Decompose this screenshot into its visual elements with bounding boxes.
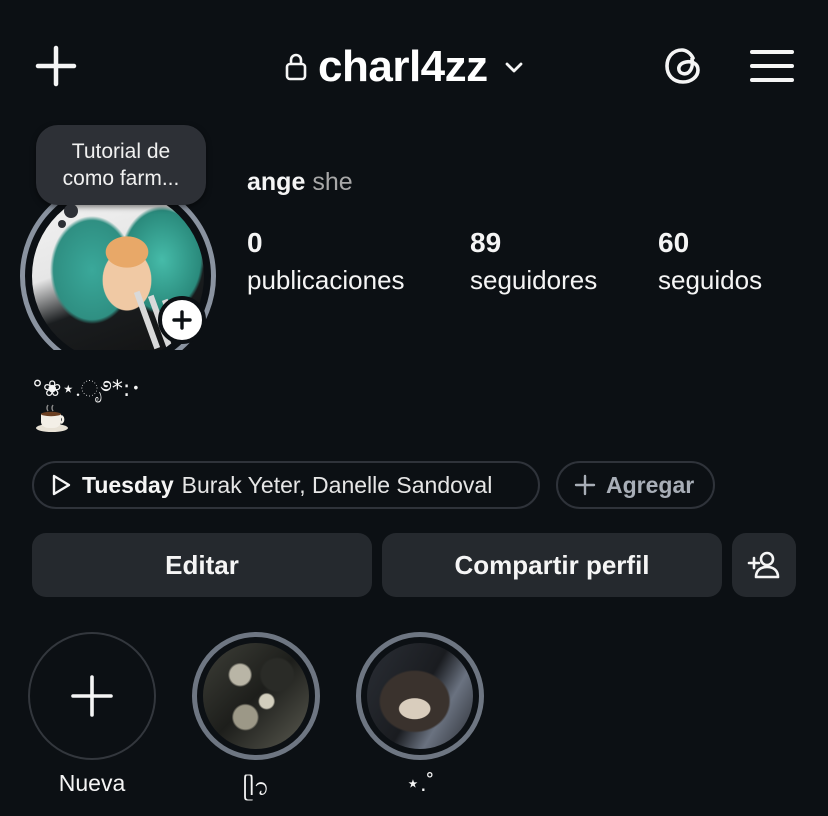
create-plus-icon[interactable] (30, 40, 82, 92)
stat-followers[interactable]: 89 seguidores (470, 226, 597, 300)
note-tail (64, 204, 78, 218)
add-link-label: Agregar (606, 471, 695, 498)
add-person-icon (747, 551, 780, 579)
highlight-item[interactable]: ⋆.˚ (356, 632, 484, 797)
highlight-new[interactable]: Nueva (28, 632, 156, 797)
note-bubble[interactable]: Tutorial de como farm... (36, 125, 206, 205)
highlight-cover-image (367, 643, 473, 749)
plus-icon (71, 675, 113, 717)
coffee-cup-icon (34, 404, 70, 434)
note-line-2: como farm... (62, 167, 180, 190)
stat-posts-value: 0 (247, 227, 263, 258)
stat-following-label: seguidos (658, 265, 763, 295)
play-icon (52, 474, 71, 496)
add-link-button[interactable]: Agregar (556, 461, 715, 509)
plus-icon (574, 474, 596, 496)
highlight-label: ᥫ᭡ (242, 774, 270, 800)
highlight-cover-image (203, 643, 309, 749)
plus-icon (172, 310, 192, 330)
lock-icon (285, 53, 307, 81)
note-line-1: Tutorial de (71, 140, 171, 163)
display-name: ange (247, 168, 306, 196)
highlight-label: ⋆.˚ (405, 770, 435, 796)
share-profile-button[interactable]: Compartir perfil (382, 533, 722, 597)
chevron-down-icon (505, 62, 523, 73)
stat-following[interactable]: 60 seguidos (658, 226, 762, 300)
note-tail-small (58, 220, 66, 228)
username-switcher[interactable]: charl4zz (284, 40, 526, 94)
profile-music-chip[interactable]: Tuesday Burak Yeter, Danelle Sandoval (32, 461, 540, 509)
highlight-item[interactable]: ᥫ᭡ (192, 632, 320, 812)
hamburger-menu-icon[interactable] (748, 44, 796, 88)
highlight-new-circle (28, 632, 156, 760)
music-title: Tuesday (82, 471, 174, 498)
username-title: charl4zz (318, 42, 488, 91)
add-story-button[interactable] (158, 296, 206, 344)
stat-posts[interactable]: 0 publicaciones (247, 226, 405, 300)
threads-icon[interactable] (660, 42, 708, 90)
edit-profile-button[interactable]: Editar (32, 533, 372, 597)
discover-people-button[interactable] (732, 533, 796, 597)
stat-posts-label: publicaciones (247, 265, 405, 295)
stat-followers-value: 89 (470, 227, 502, 258)
profile-name: ange she (247, 168, 353, 197)
stat-following-value: 60 (658, 227, 690, 258)
stat-followers-label: seguidores (470, 265, 598, 295)
music-artists: Burak Yeter, Danelle Sandoval (181, 471, 493, 498)
pronouns: she (312, 168, 353, 196)
highlight-label: Nueva (58, 770, 126, 796)
